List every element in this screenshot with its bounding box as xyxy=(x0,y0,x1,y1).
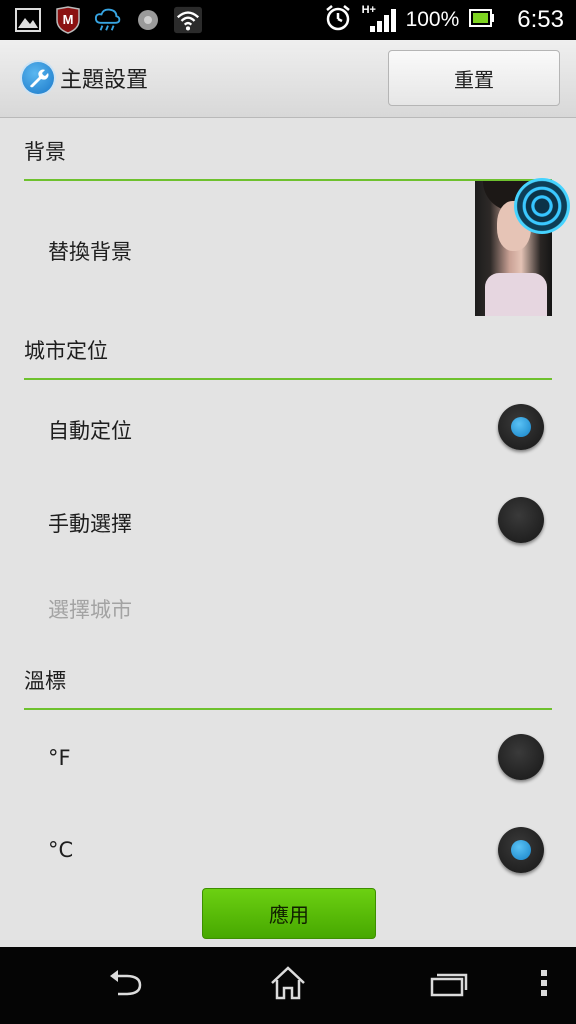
back-icon xyxy=(108,968,148,1002)
auto-location-radio[interactable] xyxy=(498,404,544,450)
section-title-temperature: 溫標 xyxy=(24,669,66,693)
gallery-icon xyxy=(14,6,42,34)
home-button[interactable] xyxy=(266,963,310,1007)
alarm-icon xyxy=(324,4,352,36)
target-icon xyxy=(514,178,570,234)
wifi-icon xyxy=(174,6,202,34)
mcafee-icon: M xyxy=(54,6,82,34)
apply-button[interactable]: 應用 xyxy=(202,888,376,939)
navigation-bar xyxy=(0,947,576,1024)
wrench-icon xyxy=(22,62,54,94)
celsius-label[interactable]: °C xyxy=(48,838,73,862)
divider xyxy=(24,179,552,181)
reset-button[interactable]: 重置 xyxy=(388,50,560,106)
action-bar: 主題設置 重置 xyxy=(0,40,576,118)
battery-icon xyxy=(469,8,495,32)
recent-apps-icon xyxy=(428,968,468,1002)
battery-percent: 100% xyxy=(405,8,460,31)
recent-apps-button[interactable] xyxy=(426,963,470,1007)
auto-location-label[interactable]: 自動定位 xyxy=(48,415,132,445)
choose-city-item[interactable]: 選擇城市 xyxy=(48,594,132,624)
weather-icon xyxy=(94,6,122,34)
fahrenheit-radio[interactable] xyxy=(498,734,544,780)
celsius-radio[interactable] xyxy=(498,827,544,873)
manual-select-label[interactable]: 手動選擇 xyxy=(48,508,132,538)
status-bar: M H+ 100% 6:53 xyxy=(0,0,576,40)
manual-select-radio[interactable] xyxy=(498,497,544,543)
overflow-menu-icon xyxy=(539,968,549,1002)
circle-notification-icon xyxy=(134,6,162,34)
section-title-city: 城市定位 xyxy=(24,339,108,363)
svg-text:M: M xyxy=(63,12,74,27)
section-title-background: 背景 xyxy=(24,140,66,164)
divider xyxy=(24,708,552,710)
fahrenheit-label[interactable]: °F xyxy=(48,746,71,770)
divider xyxy=(24,378,552,380)
clock: 6:53 xyxy=(517,6,564,33)
page-title: 主題設置 xyxy=(60,68,149,93)
menu-button[interactable] xyxy=(530,963,558,1007)
replace-background-label[interactable]: 替換背景 xyxy=(48,236,132,266)
back-button[interactable] xyxy=(106,963,150,1007)
signal-icon: H+ xyxy=(362,4,396,34)
home-icon xyxy=(268,965,308,1005)
